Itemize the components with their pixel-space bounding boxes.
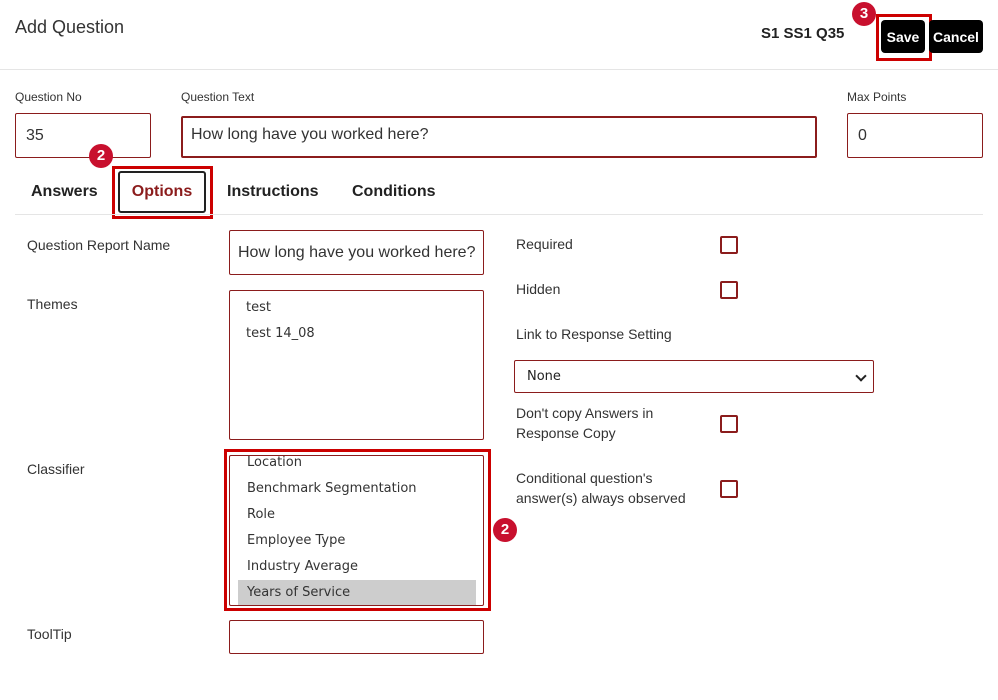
tab-answers[interactable]: Answers bbox=[31, 183, 98, 201]
step-badge-save: 3 bbox=[852, 2, 876, 26]
themes-listbox[interactable]: test test 14_08 bbox=[229, 290, 484, 440]
tabs-divider bbox=[15, 214, 983, 215]
themes-label: Themes bbox=[27, 296, 78, 312]
link-response-value: None bbox=[527, 369, 561, 384]
tooltip-input[interactable] bbox=[229, 620, 484, 654]
tab-options[interactable]: Options bbox=[118, 171, 206, 213]
save-button[interactable]: Save bbox=[881, 20, 925, 53]
conditional-label: Conditional question's answer(s) always … bbox=[516, 468, 686, 508]
list-item[interactable]: Role bbox=[238, 502, 476, 528]
report-name-label: Question Report Name bbox=[27, 237, 171, 253]
step-badge-options: 2 bbox=[89, 144, 113, 168]
classifier-label: Classifier bbox=[27, 461, 85, 477]
tab-instructions[interactable]: Instructions bbox=[227, 183, 319, 201]
question-text-input[interactable]: How long have you worked here? bbox=[181, 116, 817, 158]
header-divider bbox=[0, 69, 998, 70]
tooltip-label: ToolTip bbox=[27, 626, 72, 642]
question-text-label: Question Text bbox=[181, 90, 255, 104]
list-item-selected[interactable]: Years of Service bbox=[238, 580, 476, 605]
page-title: Add Question bbox=[15, 17, 125, 37]
list-item[interactable]: Location bbox=[238, 456, 476, 476]
tab-conditions[interactable]: Conditions bbox=[352, 183, 436, 201]
question-reference: S1 SS1 Q35 bbox=[761, 25, 845, 42]
dont-copy-label: Don't copy Answers in Response Copy bbox=[516, 403, 653, 443]
classifier-listbox[interactable]: Location Benchmark Segmentation Role Emp… bbox=[229, 455, 484, 606]
list-item[interactable]: test 14_08 bbox=[230, 321, 483, 347]
dont-copy-label-line-2: Response Copy bbox=[516, 425, 616, 441]
required-checkbox[interactable] bbox=[720, 236, 738, 254]
list-item[interactable]: test bbox=[230, 295, 483, 321]
max-points-label: Max Points bbox=[847, 90, 907, 104]
cancel-button[interactable]: Cancel bbox=[929, 20, 983, 53]
question-no-label: Question No bbox=[15, 90, 82, 104]
conditional-label-line-2: answer(s) always observed bbox=[516, 490, 686, 506]
hidden-checkbox[interactable] bbox=[720, 281, 738, 299]
link-response-select[interactable]: None bbox=[514, 360, 874, 393]
list-item[interactable]: Benchmark Segmentation bbox=[238, 476, 476, 502]
max-points-input[interactable] bbox=[847, 113, 983, 158]
question-no-input[interactable] bbox=[15, 113, 151, 158]
list-item[interactable]: Employee Type bbox=[238, 528, 476, 554]
dont-copy-label-line-1: Don't copy Answers in bbox=[516, 405, 654, 421]
required-label: Required bbox=[516, 236, 573, 252]
chevron-down-icon bbox=[855, 370, 867, 382]
link-response-label: Link to Response Setting bbox=[516, 326, 672, 342]
step-badge-classifier: 2 bbox=[493, 518, 517, 542]
list-item[interactable]: Industry Average bbox=[238, 554, 476, 580]
conditional-label-line-1: Conditional question's bbox=[516, 470, 653, 486]
conditional-checkbox[interactable] bbox=[720, 480, 738, 498]
report-name-input[interactable] bbox=[229, 230, 484, 275]
hidden-label: Hidden bbox=[516, 281, 561, 297]
dont-copy-checkbox[interactable] bbox=[720, 415, 738, 433]
